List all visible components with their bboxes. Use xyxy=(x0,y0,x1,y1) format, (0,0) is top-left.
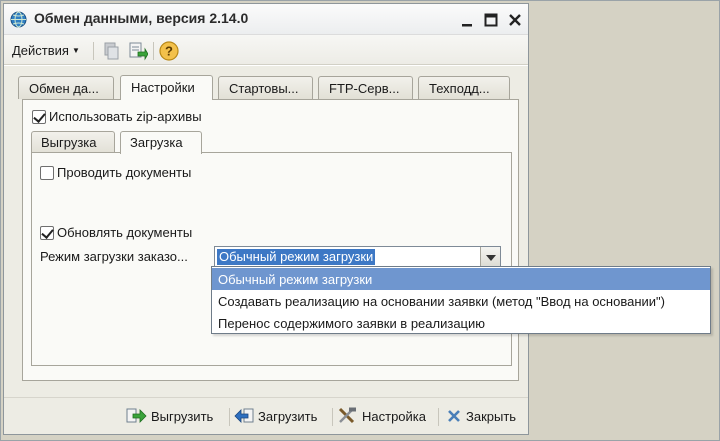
close-button[interactable]: Закрыть xyxy=(445,407,516,425)
update-documents-checkbox[interactable] xyxy=(40,225,54,240)
tab-label: FTP-Серв... xyxy=(329,81,400,96)
setup-button[interactable]: Настройка xyxy=(337,407,426,425)
tab-support[interactable]: Техподд... xyxy=(418,76,510,99)
dropdown-option[interactable]: Создавать реализацию на основании заявки… xyxy=(212,290,710,312)
toolbar: Действия ▼ ? xyxy=(4,34,528,65)
order-mode-value: Обычный режим загрузки xyxy=(217,249,376,265)
tools-icon xyxy=(338,407,356,424)
order-mode-label: Режим загрузки заказо... xyxy=(40,249,188,264)
minimize-icon[interactable] xyxy=(459,12,475,28)
settings-panel: Использовать zip-архивы Выгрузка Загрузк… xyxy=(22,99,519,381)
bottom-toolbar: Выгрузить Загрузить Настройка Закрыть xyxy=(4,397,528,434)
tab-import[interactable]: Загрузка xyxy=(120,131,202,154)
tab-label: Стартовы... xyxy=(229,81,299,96)
actions-menu[interactable]: Действия ▼ xyxy=(12,43,80,58)
toolbar-separator xyxy=(332,408,333,426)
update-documents-label: Обновлять документы xyxy=(57,225,193,240)
tab-label: Выгрузка xyxy=(41,135,97,150)
tab-settings[interactable]: Настройки xyxy=(120,75,213,100)
post-documents-label: Проводить документы xyxy=(57,165,192,180)
close-label: Закрыть xyxy=(466,408,517,424)
document-copy-icon[interactable] xyxy=(100,40,122,62)
window-title: Обмен данными, версия 2.14.0 xyxy=(34,10,249,26)
use-zip-checkbox[interactable] xyxy=(32,109,46,124)
use-zip-label: Использовать zip-архивы xyxy=(49,109,202,124)
document-export-icon[interactable] xyxy=(126,40,148,62)
tab-label: Настройки xyxy=(131,80,195,95)
exchange-window: Обмен данными, версия 2.14.0 Действия ▼ ?… xyxy=(3,3,529,435)
tab-export[interactable]: Выгрузка xyxy=(31,131,115,153)
export-button[interactable]: Выгрузить xyxy=(126,407,213,425)
maximize-icon[interactable] xyxy=(483,12,499,28)
update-documents-row[interactable]: Обновлять документы xyxy=(40,225,192,240)
import-icon xyxy=(234,408,254,423)
toolbar-separator xyxy=(93,42,94,60)
close-icon[interactable] xyxy=(507,12,523,28)
import-label: Загрузить xyxy=(258,408,318,424)
svg-text:?: ? xyxy=(165,44,173,59)
post-documents-row[interactable]: Проводить документы xyxy=(40,165,191,180)
help-icon[interactable]: ? xyxy=(158,40,180,62)
order-mode-dropdown-list: Обычный режим загрузки Создавать реализа… xyxy=(211,266,711,334)
tab-exchange[interactable]: Обмен да... xyxy=(18,76,114,99)
tab-label: Техподд... xyxy=(429,81,490,96)
dropdown-option[interactable]: Обычный режим загрузки xyxy=(212,268,710,290)
import-button[interactable]: Загрузить xyxy=(233,407,317,425)
dropdown-arrow-icon[interactable] xyxy=(480,247,500,267)
export-icon xyxy=(126,408,147,423)
close-x-icon xyxy=(448,410,460,422)
actions-menu-label: Действия xyxy=(12,43,69,58)
order-mode-select[interactable]: Обычный режим загрузки xyxy=(214,246,501,268)
toolbar-separator xyxy=(153,42,154,60)
tab-label: Загрузка xyxy=(130,135,183,150)
globe-icon xyxy=(10,11,27,28)
content-area: Обмен да... Настройки Стартовы... FTP-Се… xyxy=(4,66,528,397)
toolbar-separator xyxy=(229,408,230,426)
export-label: Выгрузить xyxy=(151,408,214,424)
caret-down-icon: ▼ xyxy=(71,46,80,55)
toolbar-separator xyxy=(438,408,439,426)
post-documents-checkbox[interactable] xyxy=(40,165,54,180)
dropdown-option[interactable]: Перенос содержимого заявки в реализацию xyxy=(212,312,710,334)
title-bar[interactable]: Обмен данными, версия 2.14.0 xyxy=(4,4,528,34)
setup-label: Настройка xyxy=(362,408,426,424)
tab-ftp-server[interactable]: FTP-Серв... xyxy=(318,76,413,99)
tab-startup[interactable]: Стартовы... xyxy=(218,76,313,99)
tab-label: Обмен да... xyxy=(29,81,99,96)
main-tabs: Обмен да... Настройки Стартовы... FTP-Се… xyxy=(18,75,518,100)
inner-tabs: Выгрузка Загрузка xyxy=(31,131,511,154)
use-zip-checkbox-row[interactable]: Использовать zip-архивы xyxy=(32,109,202,124)
